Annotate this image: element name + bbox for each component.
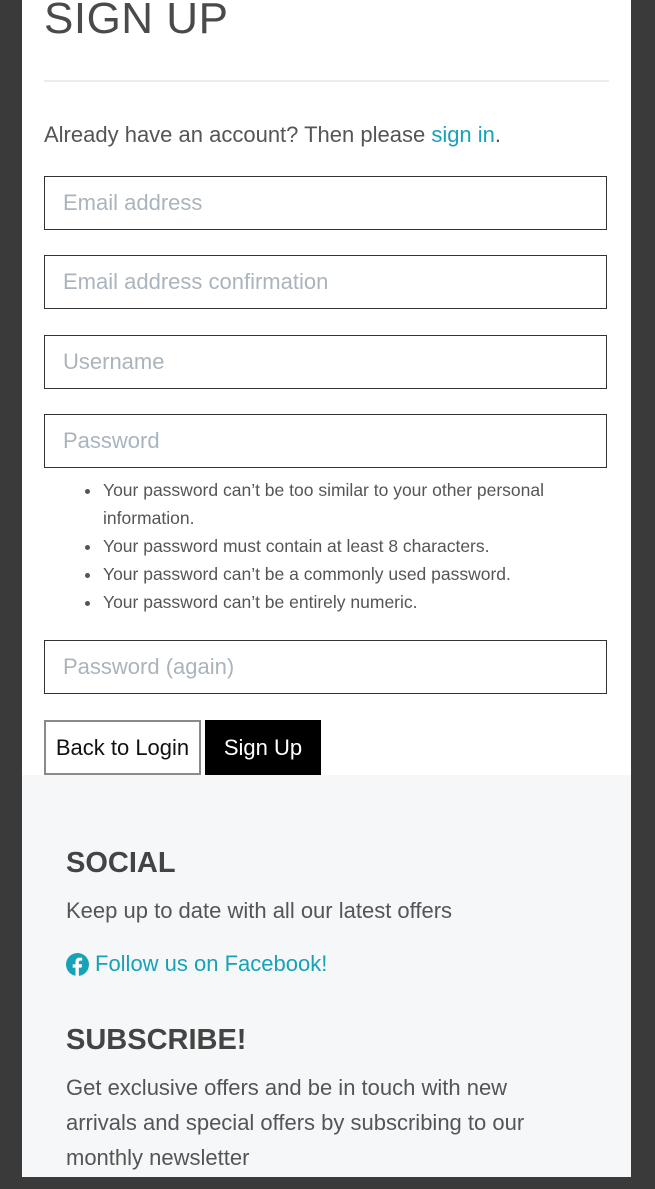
password-field-wrapper (44, 414, 607, 468)
signup-card: SIGN UP Already have an account? Then pl… (22, 0, 631, 1177)
username-field[interactable] (45, 336, 606, 388)
email-confirmation-field[interactable] (45, 256, 606, 308)
password-requirements-list: Your password can’t be too similar to yo… (44, 476, 604, 616)
username-field-wrapper (44, 335, 607, 389)
signin-prompt: Already have an account? Then please sig… (44, 120, 501, 150)
subscribe-text: Get exclusive offers and be in touch wit… (66, 1075, 525, 1170)
password-again-field-wrapper (44, 640, 607, 694)
password-hint: Your password can’t be entirely numeric. (102, 588, 604, 616)
password-hint: Your password must contain at least 8 ch… (102, 532, 604, 560)
password-hint: Your password can’t be a commonly used p… (102, 560, 604, 588)
facebook-icon (66, 952, 89, 976)
password-again-field[interactable] (45, 641, 606, 693)
site-footer: SOCIAL Keep up to date with all our late… (22, 775, 631, 1177)
email-field[interactable] (45, 177, 606, 229)
password-hint: Your password can’t be too similar to yo… (102, 476, 604, 532)
social-text: Keep up to date with all our latest offe… (66, 898, 453, 923)
page-title: SIGN UP (44, 0, 229, 43)
title-divider (44, 80, 609, 82)
email-confirm-field-wrapper (44, 255, 607, 309)
signin-link[interactable]: sign in (431, 122, 495, 147)
subscribe-heading: SUBSCRIBE! (66, 1024, 247, 1056)
sign-up-button[interactable]: Sign Up (205, 720, 321, 775)
facebook-link-label: Follow us on Facebook! (95, 951, 328, 976)
social-heading: SOCIAL (66, 847, 176, 879)
facebook-link[interactable]: Follow us on Facebook! (66, 951, 327, 977)
signin-prompt-text: Already have an account? Then please (44, 122, 432, 147)
email-field-wrapper (44, 176, 607, 230)
signin-prompt-period: . (494, 122, 502, 147)
password-field[interactable] (45, 415, 606, 467)
back-to-login-button[interactable]: Back to Login (44, 720, 201, 775)
